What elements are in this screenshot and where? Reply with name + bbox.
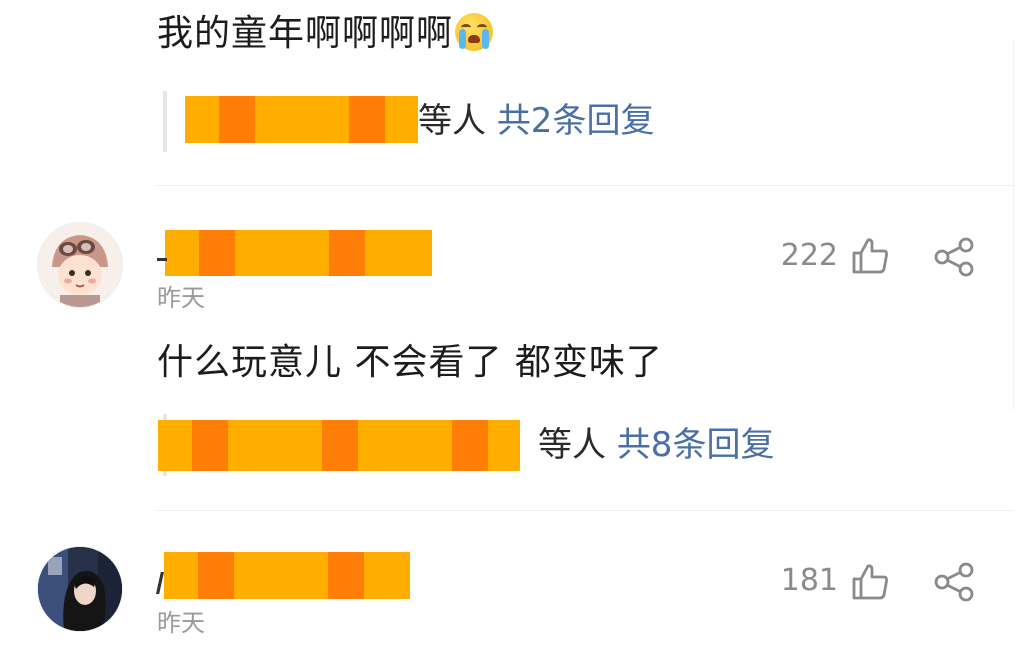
reply-summary[interactable]: 等人 共8条回复 bbox=[538, 425, 774, 465]
reply-summary[interactable]: 等人 共2条回复 bbox=[418, 101, 654, 141]
reply-count-link[interactable]: 共2条回复 bbox=[497, 101, 655, 141]
avatar-photo-icon bbox=[38, 547, 122, 631]
avatar-cartoon-icon bbox=[38, 223, 122, 307]
like-count: 222 bbox=[780, 238, 838, 273]
reply-suffix: 等人 bbox=[418, 101, 486, 141]
redacted-usernames bbox=[185, 96, 418, 143]
crying-face-emoji bbox=[455, 13, 494, 51]
scroll-edge-line bbox=[1013, 40, 1014, 410]
share-icon[interactable] bbox=[933, 562, 977, 602]
share-icon[interactable] bbox=[933, 237, 977, 277]
redacted-username[interactable] bbox=[165, 230, 432, 276]
redacted-usernames bbox=[158, 420, 520, 471]
like-count: 181 bbox=[780, 563, 838, 598]
comment-text: 我的童年啊啊啊啊 bbox=[157, 12, 494, 56]
thumbs-up-icon[interactable] bbox=[849, 235, 891, 277]
comment-divider bbox=[157, 510, 1013, 511]
comment-divider bbox=[157, 185, 1013, 186]
avatar[interactable] bbox=[37, 222, 123, 308]
redacted-username[interactable] bbox=[164, 552, 410, 599]
reply-count-link[interactable]: 共8条回复 bbox=[617, 425, 775, 465]
comment-body: 什么玩意儿 不会看了 都变味了 bbox=[157, 342, 663, 383]
username-fragment bbox=[156, 572, 164, 594]
comment-body: 我的童年啊啊啊啊 bbox=[157, 13, 454, 54]
reply-quote-bar bbox=[163, 91, 167, 152]
username-fragment bbox=[157, 258, 167, 261]
thumbs-up-icon[interactable] bbox=[849, 561, 891, 603]
comment-time: 昨天 bbox=[157, 284, 205, 312]
reply-suffix: 等人 bbox=[538, 425, 606, 465]
avatar[interactable] bbox=[37, 546, 123, 632]
comment-time: 昨天 bbox=[157, 609, 205, 637]
